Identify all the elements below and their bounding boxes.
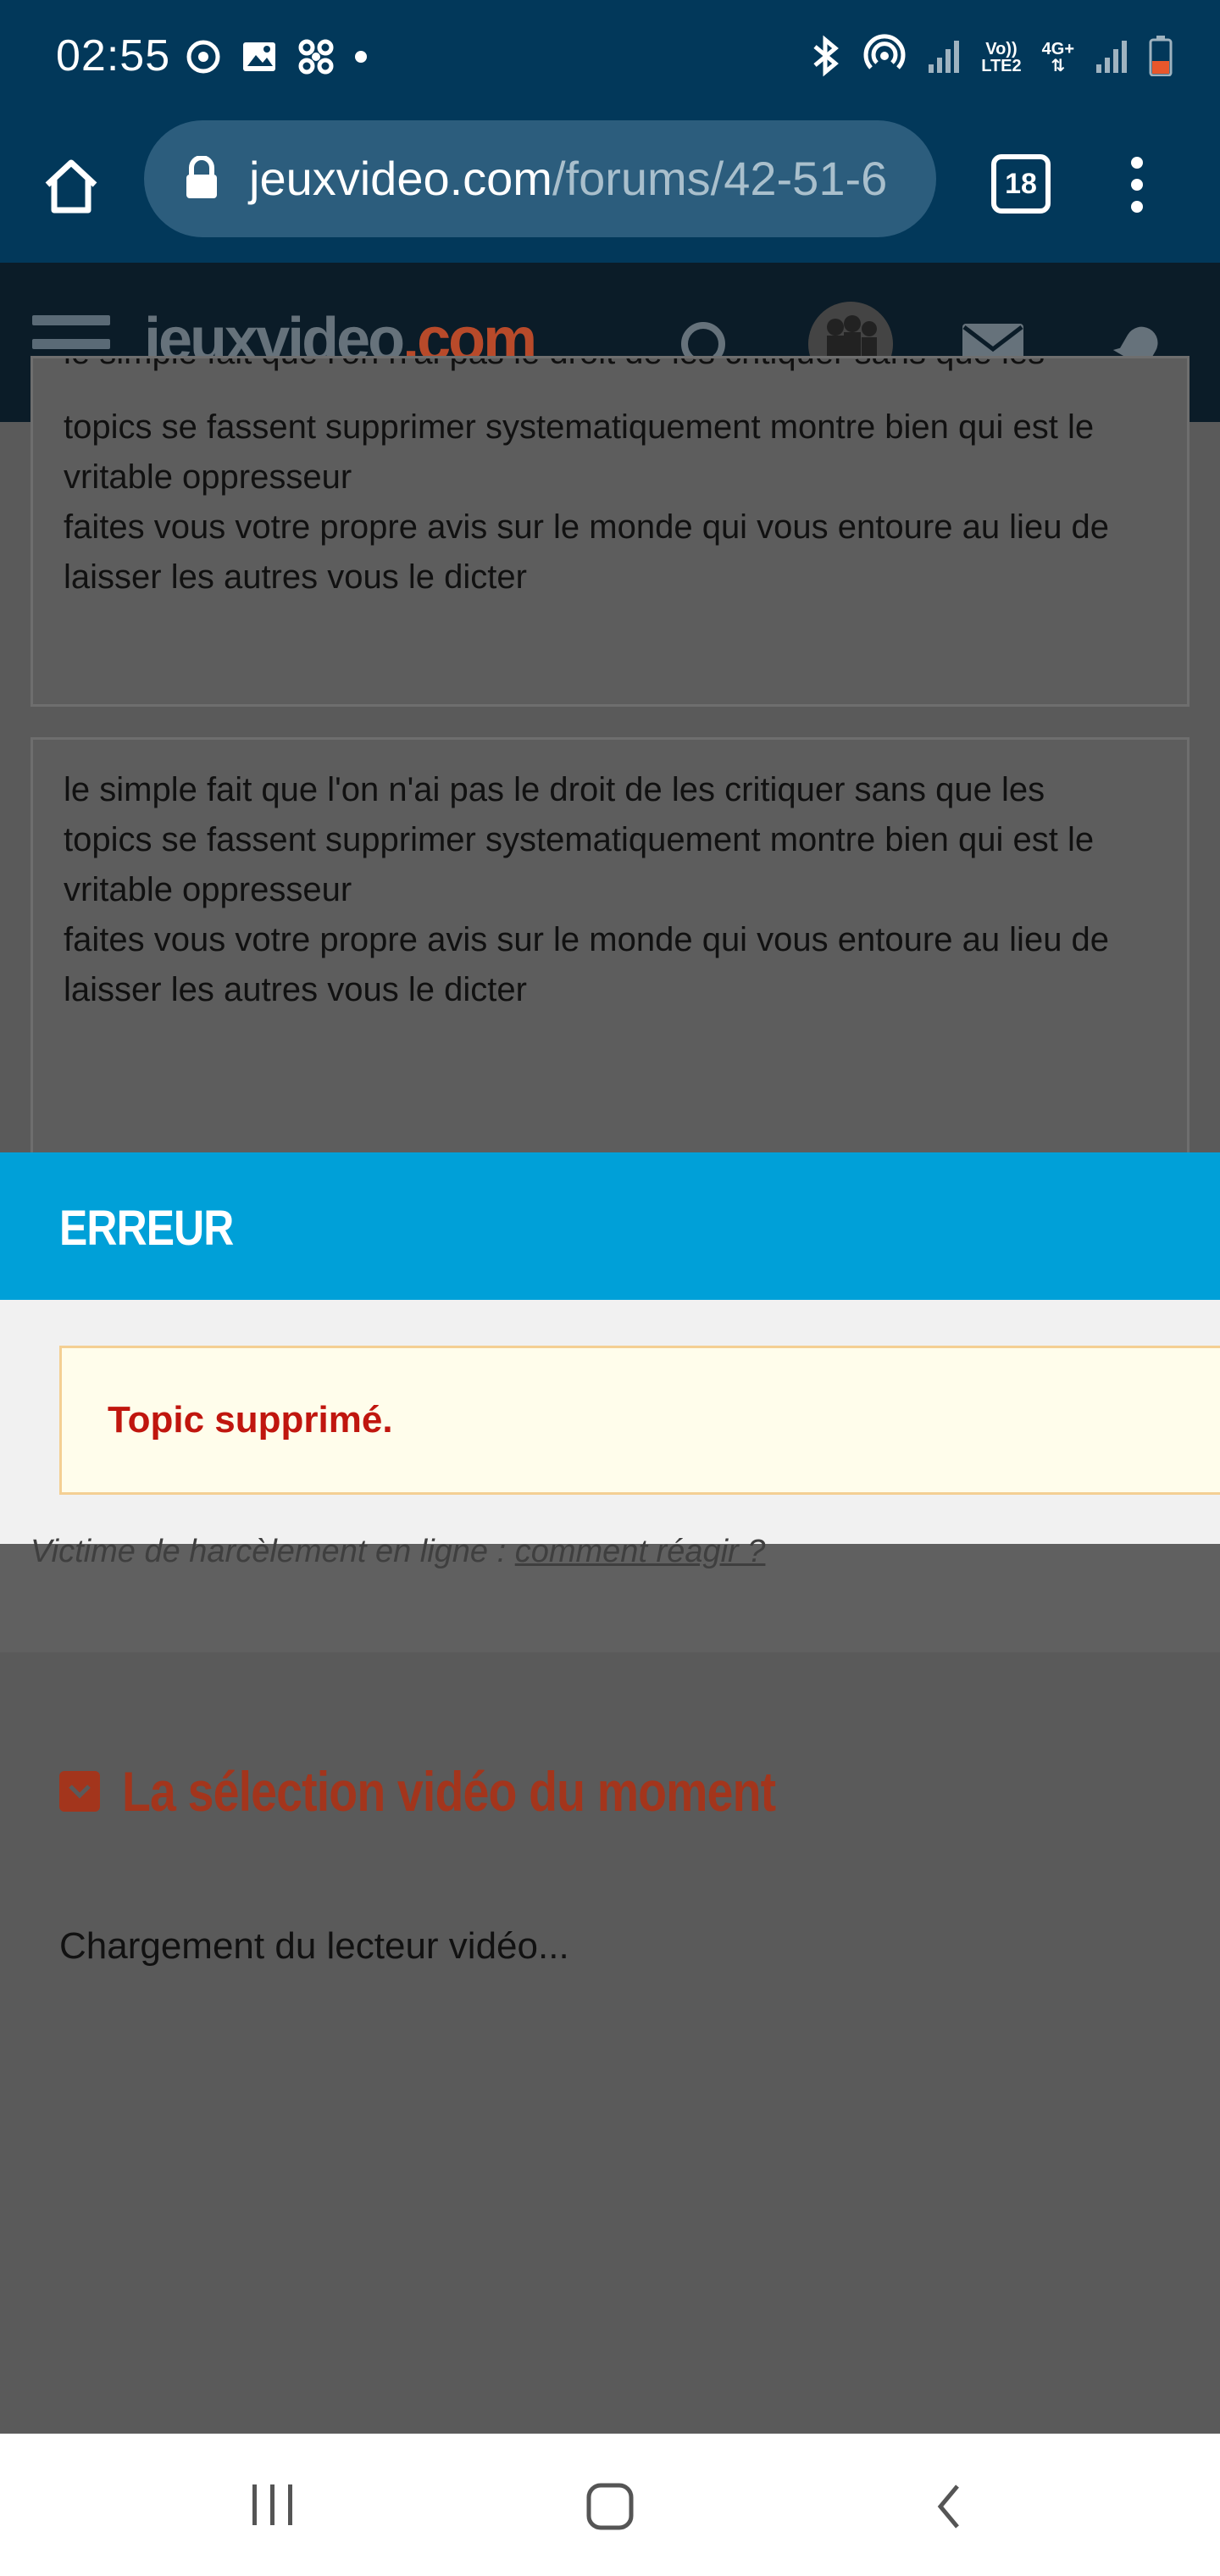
fan-icon [297,37,336,80]
4g-icon: 4G+ ⇅ [1042,41,1074,75]
home-icon [45,159,97,214]
text-line: le simple fait que l'on n'ai pas le droi… [64,771,1045,808]
video-section-header: La sélection vidéo du moment [59,1759,900,1824]
system-navigation-bar [0,2434,1220,2576]
error-modal-title: ERREUR [59,1201,234,1256]
browser-toolbar: jeuxvideo.com/forums/42-51-6 18 [0,119,1220,263]
message-textarea[interactable]: le simple fait que l'on n'ai pas le droi… [30,737,1190,1161]
signal-icon-2 [1095,37,1128,79]
bluetooth-icon [808,35,842,81]
harassment-text: Victime de harcèlement en ligne : commen… [30,1534,765,1570]
textarea-1-text: topics se fassent supprimer systematique… [64,402,1156,602]
url-bar[interactable]: jeuxvideo.com/forums/42-51-6 [144,120,936,237]
error-modal-body: Topic supprimé. [0,1300,1220,1544]
error-message-box: Topic supprimé. [59,1346,1220,1495]
text-line: vritable oppresseur [64,871,352,908]
error-modal-header: ERREUR [0,1152,1220,1300]
text-line: vritable oppresseur [64,458,352,496]
volte-label-bottom: LTE2 [981,57,1022,75]
clipped-line-text: le simple fait que l'on n'ai pas le droi… [64,358,1156,377]
url-path: /forums/42-51-6 [552,152,888,205]
image-icon [241,38,278,80]
browser-home-button[interactable] [37,153,105,220]
battery-icon [1149,35,1173,80]
text-line: faites vous votre propre avis sur le mon… [64,508,1110,546]
message-textarea-preview[interactable]: le simple fait que l'on n'ai pas le droi… [30,356,1190,707]
clipped-line: le simple fait que l'on n'ai pas le droi… [64,358,1156,377]
volte-icon: Vo)) LTE2 [981,41,1021,75]
text-line: topics se fassent supprimer systematique… [64,408,1095,446]
status-time: 02:55 [56,31,171,80]
harassment-link[interactable]: comment réagir ? [515,1534,766,1569]
video-section-title: La sélection vidéo du moment [122,1760,776,1823]
harassment-notice: Victime de harcèlement en ligne : commen… [0,1534,1220,1652]
sync-icon [185,38,222,80]
back-icon[interactable] [932,2481,966,2536]
text-line: laisser les autres vous le dicter [64,971,527,1008]
updown-arrows-icon: ⇅ [1051,57,1066,75]
tab-switcher-button[interactable]: 18 [991,154,1051,214]
url-domain: jeuxvideo.com [249,152,552,205]
home-button-icon[interactable] [585,2481,635,2536]
chevron-down-icon[interactable] [59,1771,100,1812]
volte-label-top: Vo)) [985,40,1018,58]
recent-apps-icon[interactable] [247,2481,298,2533]
status-icons-left [185,37,368,80]
text-line: topics se fassent supprimer systematique… [64,821,1095,858]
dot-icon [354,50,368,68]
hotspot-icon [862,33,907,82]
more-vert-icon [1131,157,1143,213]
video-loading-text: Chargement du lecteur vidéo... [59,1925,569,1967]
text-line: faites vous votre propre avis sur le mon… [64,921,1110,958]
status-bar: 02:55 Vo)) LTE2 4G+ ⇅ [0,0,1220,119]
browser-menu-button[interactable] [1120,151,1154,219]
url-text[interactable]: jeuxvideo.com/forums/42-51-6 [249,151,887,206]
signal-icon [927,37,961,79]
text-line: laisser les autres vous le dicter [64,558,527,596]
net-label: 4G+ [1041,40,1074,58]
harassment-label: Victime de harcèlement en ligne : [30,1534,515,1569]
lock-icon [183,155,220,204]
status-icons-right: Vo)) LTE2 4G+ ⇅ [808,32,1173,83]
error-message: Topic supprimé. [108,1399,393,1441]
